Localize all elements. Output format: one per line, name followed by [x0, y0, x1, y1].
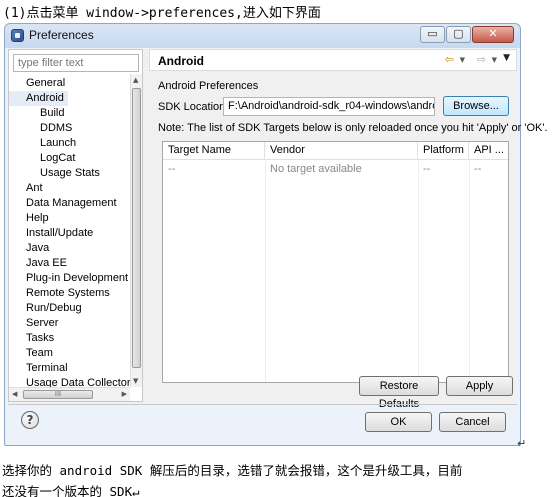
cancel-button[interactable]: Cancel [439, 412, 506, 432]
back-history-dropdown-icon[interactable]: ▼ [460, 56, 465, 64]
tree-item-run-debug[interactable]: Run/Debug [9, 301, 86, 316]
tree-item-terminal[interactable]: Terminal [9, 361, 72, 376]
page-title: Android [158, 54, 204, 68]
tree-item-tasks[interactable]: Tasks [9, 331, 58, 346]
bottom-caption-line-2: 还没有一个版本的 SDK↵ [2, 481, 140, 497]
scroll-left-arrow-icon[interactable]: ◀ [12, 390, 17, 398]
close-button[interactable]: ✕ [472, 26, 514, 43]
restore-defaults-button[interactable]: Restore Defaults [359, 376, 439, 410]
column-header-api[interactable]: API ... [469, 142, 508, 160]
tree-item-help[interactable]: Help [9, 211, 53, 226]
scroll-up-arrow-icon[interactable]: ▲ [133, 76, 138, 84]
scroll-right-arrow-icon[interactable]: ▶ [122, 390, 127, 398]
bottom-caption-line-2-text: 还没有一个版本的 SDK [2, 484, 133, 497]
view-menu-icon[interactable]: ▼ [503, 53, 510, 63]
forward-history-dropdown-icon[interactable]: ▼ [492, 56, 497, 64]
column-header-vendor[interactable]: Vendor [265, 142, 418, 160]
tree-item-ant[interactable]: Ant [9, 181, 47, 196]
eclipse-app-icon [11, 29, 24, 42]
tree-item-logcat[interactable]: LogCat [9, 151, 79, 166]
table-cell-vendor: No target available [270, 163, 362, 175]
top-caption: (1)点击菜单 window->preferences,进入如下界面 [3, 6, 321, 21]
tree-item-team[interactable]: Team [9, 346, 57, 361]
return-mark: ↵ [517, 437, 527, 450]
help-icon[interactable]: ? [21, 411, 39, 429]
scroll-down-arrow-icon[interactable]: ▼ [133, 377, 138, 385]
tree-horizontal-scrollbar[interactable]: ◀ III ▶ [9, 387, 130, 401]
preference-page: Android ⇦ ▼ ⇨ ▼ ▼ Android Preferences SD… [149, 49, 548, 410]
preference-tree: General Android Build DDMS Launch LogCat Usage… [9, 74, 130, 387]
page-subtitle: Android Preferences [158, 80, 259, 92]
tree-vertical-scroll-thumb[interactable] [132, 88, 141, 368]
forward-arrow-icon[interactable]: ⇨ [477, 53, 486, 66]
tree-item-plug-in-development[interactable]: Plug-in Development [9, 271, 130, 286]
apply-button[interactable]: Apply [446, 376, 513, 396]
sdk-location-label: SDK Location: [158, 101, 229, 113]
tree-item-server[interactable]: Server [9, 316, 62, 331]
minimize-button[interactable]: ▭ [420, 26, 445, 43]
maximize-button[interactable]: ▢ [446, 26, 471, 43]
line-2-return-mark: ↵ [132, 484, 140, 497]
table-cell-target-name: -- [168, 163, 176, 175]
page-header: Android ⇦ ▼ ⇨ ▼ ▼ [149, 49, 517, 71]
dialog-content: GeneralAndroidBuildDDMSLaunchLogCatUsage… [8, 49, 548, 410]
table-cell-platform: -- [423, 163, 431, 175]
preferences-dialog: Preferences ▭ ▢ ✕ GeneralAndroidBuildDDM… [4, 23, 548, 446]
tree-vertical-scrollbar[interactable]: ▲ ▼ [130, 74, 142, 387]
sdk-note: Note: The list of SDK Targets below is o… [158, 122, 548, 134]
tree-item-android[interactable]: Android [9, 91, 68, 106]
ok-button[interactable]: OK [365, 412, 432, 432]
browse-button[interactable]: Browse... [443, 96, 509, 116]
tree-item-usage-stats[interactable]: Usage Stats [9, 166, 104, 181]
tree-item-remote-systems[interactable]: Remote Systems [9, 286, 114, 301]
filter-input[interactable] [13, 54, 139, 72]
bottom-caption-line-1: 选择你的 android SDK 解压后的目录，选错了就会报错，这个是升级工具，… [2, 463, 463, 478]
tree-item-launch[interactable]: Launch [9, 136, 80, 151]
sdk-location-field[interactable]: F:\Android\android-sdk_r04-windows\andro… [223, 97, 435, 116]
title-bar[interactable]: Preferences ▭ ▢ ✕ [5, 24, 520, 48]
tree-item-build[interactable]: Build [9, 106, 68, 121]
tree-item-install-update[interactable]: Install/Update [9, 226, 97, 241]
footer-divider [8, 404, 517, 405]
window-title: Preferences [29, 28, 94, 42]
column-header-platform[interactable]: Platform [418, 142, 469, 160]
tree-item-java-ee[interactable]: Java EE [9, 256, 71, 271]
table-cell-api: -- [474, 163, 482, 175]
column-header-target-name[interactable]: Target Name [163, 142, 265, 160]
back-arrow-icon[interactable]: ⇦ [445, 53, 454, 66]
tree-item-java[interactable]: Java [9, 241, 53, 256]
tree-item-general[interactable]: General [9, 76, 69, 91]
tree-item-data-management[interactable]: Data Management [9, 196, 121, 211]
tree-item-usage-data-collector[interactable]: Usage Data Collector [9, 376, 130, 387]
preference-tree-panel: GeneralAndroidBuildDDMSLaunchLogCatUsage… [8, 49, 143, 402]
sdk-targets-table[interactable]: Target Name Vendor Platform API ... -- N… [162, 141, 509, 383]
tree-item-ddms[interactable]: DDMS [9, 121, 76, 136]
tree-horizontal-scroll-thumb[interactable]: III [23, 390, 93, 399]
